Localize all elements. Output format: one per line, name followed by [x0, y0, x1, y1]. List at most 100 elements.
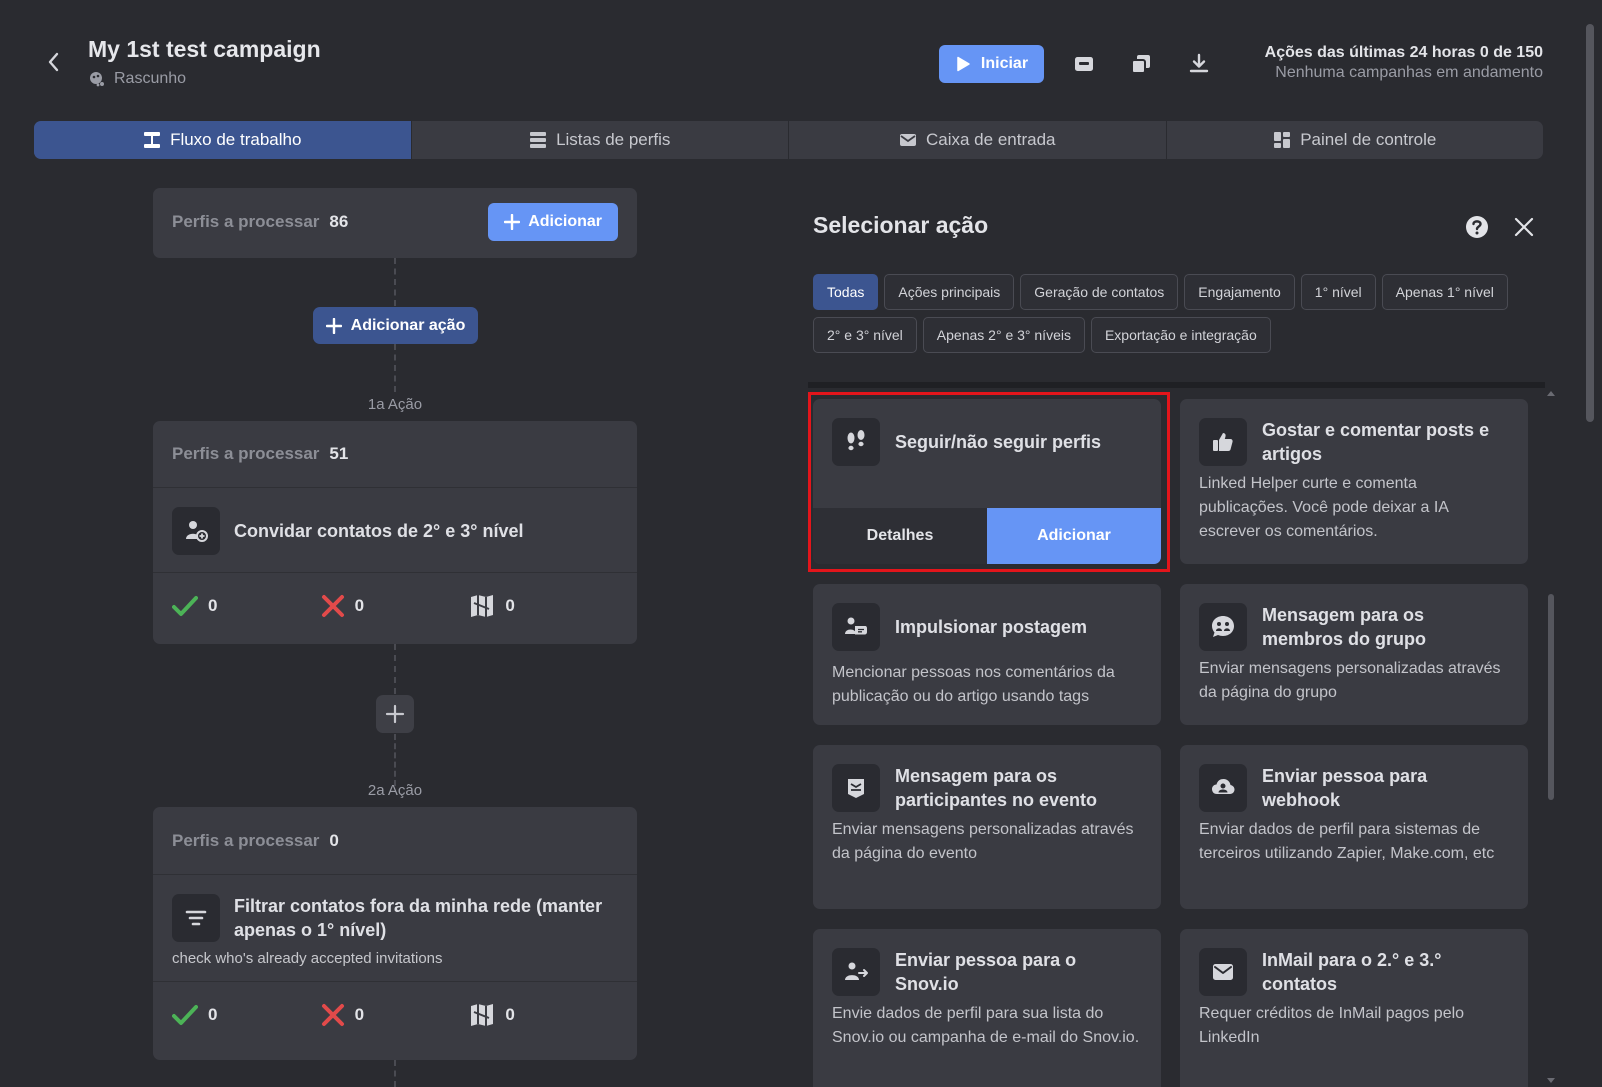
invite-person-icon — [172, 507, 220, 555]
profiles-label: Perfis a processar — [172, 830, 320, 850]
action-title: Filtrar contatos fora da minha rede (man… — [234, 896, 603, 940]
step-label: 2a Ação — [367, 782, 423, 799]
draft-icon — [90, 72, 104, 87]
footprints-icon — [832, 418, 880, 466]
action-step-card[interactable]: Perfis a processar 0 Filtrar contatos fo… — [153, 807, 637, 1060]
profiles-label: Perfis a processar — [172, 212, 320, 231]
dashboard-icon — [1274, 132, 1291, 148]
add-button[interactable]: Adicionar — [987, 508, 1161, 564]
add-profiles-button[interactable]: Adicionar — [488, 203, 618, 241]
excluded-stat: 0 — [469, 1003, 618, 1027]
campaigns-running: Nenhuma campanhas em andamento — [1275, 64, 1543, 81]
campaign-title: My 1st test campaign — [88, 36, 321, 62]
action-option-title: Seguir/não seguir perfis — [895, 432, 1102, 452]
action-option-title: Enviar pessoa para o Snov.io — [895, 950, 1077, 994]
failed-stat: 0 — [321, 594, 470, 618]
filter-chip[interactable]: Engajamento — [1184, 274, 1295, 310]
filter-chip[interactable]: Apenas 2° e 3° níveis — [922, 317, 1085, 353]
help-icon — [1466, 216, 1488, 238]
start-button[interactable]: Iniciar — [939, 45, 1044, 83]
plus-icon — [504, 214, 521, 230]
status-text: Rascunho — [114, 70, 187, 87]
filter-chip[interactable]: Todas — [813, 274, 879, 310]
connector-line — [394, 1060, 396, 1087]
list-scrollbar-thumb[interactable] — [1548, 594, 1554, 800]
add-action-button[interactable]: Adicionar ação — [313, 307, 478, 344]
action-option-card[interactable]: Enviar pessoa para webhook Enviar dados … — [1180, 745, 1528, 909]
tab-label: Fluxo de trabalho — [170, 130, 302, 149]
action-option-card[interactable]: Enviar pessoa para o Snov.io Envie dados… — [813, 929, 1161, 1087]
profiles-label: Perfis a processar — [172, 444, 320, 463]
profiles-count: 51 — [329, 444, 349, 463]
daily-stats: Ações das últimas 24 horas 0 de 150 Nenh… — [1265, 44, 1543, 82]
close-button[interactable] — [1512, 215, 1536, 239]
close-icon — [1514, 217, 1534, 237]
success-stat: 0 — [172, 1004, 321, 1026]
action-option-card[interactable]: Impulsionar postagem Mencionar pessoas n… — [813, 584, 1161, 725]
profiles-count: 86 — [329, 212, 349, 231]
filter-chip[interactable]: Ações principais — [884, 274, 1015, 310]
filter-chip[interactable]: 1° nível — [1300, 274, 1376, 310]
x-icon — [321, 1004, 344, 1026]
list-top-edge — [808, 382, 1545, 388]
filter-chip[interactable]: 2° e 3° nível — [813, 317, 917, 353]
start-label: Iniciar — [980, 55, 1029, 72]
action-option-card[interactable]: Mensagem para os participantes no evento… — [813, 745, 1161, 909]
insert-step-button[interactable] — [376, 695, 414, 733]
back-button[interactable] — [40, 48, 68, 76]
action-option-desc: Enviar mensagens personalizadas através … — [832, 821, 1134, 862]
filter-chip[interactable]: Geração de contatos — [1020, 274, 1179, 310]
add-action-label: Adicionar ação — [350, 316, 466, 334]
action-option-desc: Linked Helper curte e comenta publicaçõe… — [1199, 475, 1449, 540]
action-option-desc: Requer créditos de InMail pagos pelo Lin… — [1199, 1005, 1465, 1046]
workflow-icon — [144, 132, 161, 148]
action-option-card[interactable]: Mensagem para os membros do grupo Enviar… — [1180, 584, 1528, 725]
actions-last-24h: Ações das últimas 24 horas 0 de 150 — [1264, 44, 1543, 61]
action-title: Convidar contatos de 2° e 3° nível — [234, 521, 524, 541]
tab-label: Painel de controle — [1300, 130, 1437, 149]
failed-stat: 0 — [321, 1003, 470, 1027]
tab-dashboard[interactable]: Painel de controle — [1165, 121, 1544, 159]
duplicate-button[interactable] — [1129, 52, 1153, 76]
action-option-desc: Mencionar pessoas nos comentários da pub… — [832, 664, 1115, 705]
check-icon — [172, 596, 198, 616]
download-button[interactable] — [1187, 52, 1211, 76]
action-option-card[interactable]: Gostar e comentar posts e artigos Linked… — [1180, 399, 1528, 564]
list-scroll-up-arrow[interactable] — [1546, 388, 1556, 398]
send-person-icon — [832, 948, 880, 996]
action-option-card[interactable]: InMail para o 2.° e 3.° contatos Requer … — [1180, 929, 1528, 1087]
filter-chip[interactable]: Apenas 1° nível — [1381, 274, 1508, 310]
tab-workflow[interactable]: Fluxo de trabalho — [34, 121, 411, 159]
map-icon — [471, 1004, 494, 1026]
connector-line — [394, 258, 396, 306]
list-scroll-down-arrow[interactable] — [1546, 1076, 1556, 1086]
envelope-icon — [900, 134, 916, 146]
help-button[interactable] — [1465, 215, 1489, 239]
action-option-card[interactable]: Seguir/não seguir perfis Detalhes Adicio… — [813, 399, 1161, 564]
connector-line — [394, 644, 396, 694]
tab-label: Caixa de entrada — [926, 130, 1056, 149]
details-button[interactable]: Detalhes — [813, 508, 987, 564]
archive-icon — [1075, 57, 1093, 71]
profiles-count: 0 — [329, 830, 339, 850]
archive-button[interactable] — [1072, 52, 1096, 76]
action-option-title: Mensagem para os participantes no evento — [895, 766, 1098, 810]
tab-profile-lists[interactable]: Listas de perfis — [410, 121, 789, 159]
action-option-title: Enviar pessoa para webhook — [1262, 766, 1428, 810]
copy-icon — [1131, 55, 1150, 74]
chevron-left-icon — [48, 52, 59, 72]
connector-line — [394, 734, 396, 786]
action-step-card[interactable]: Perfis a processar 51 Convidar contatos … — [153, 421, 637, 644]
tab-inbox[interactable]: Caixa de entrada — [788, 121, 1166, 159]
webhook-icon — [1199, 764, 1247, 812]
page-scrollbar-thumb[interactable] — [1586, 24, 1594, 422]
plus-icon — [325, 317, 342, 334]
x-icon — [321, 595, 344, 617]
action-option-desc: Envie dados de perfil para sua lista do … — [832, 1005, 1140, 1046]
filter-chip[interactable]: Exportação e integração — [1090, 317, 1271, 353]
main-tabs: Fluxo de trabalho Listas de perfis Caixa… — [34, 121, 1543, 159]
action-option-desc: Enviar mensagens personalizadas através … — [1199, 660, 1501, 701]
filter-icon — [172, 894, 220, 942]
campaign-status: Rascunho — [88, 70, 186, 88]
map-icon — [471, 595, 494, 617]
